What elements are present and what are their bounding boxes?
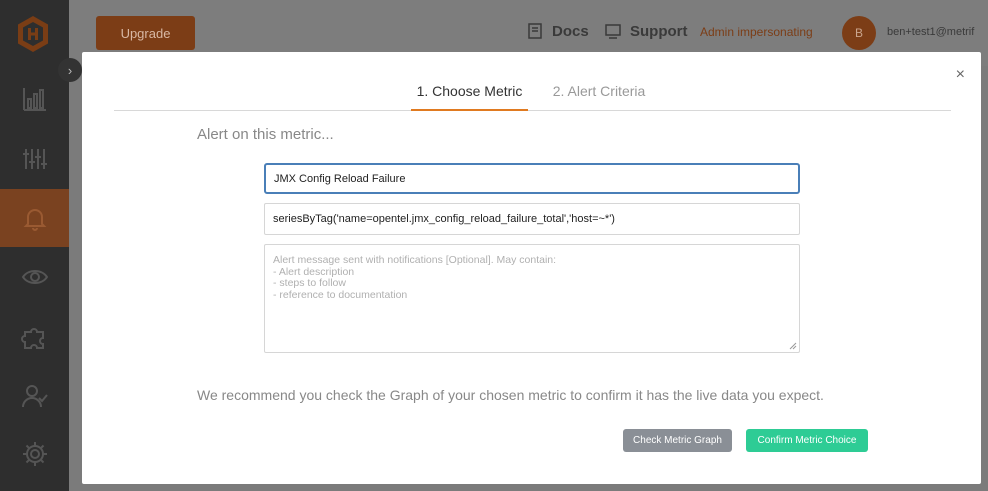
docs-label: Docs: [552, 22, 589, 40]
book-icon: [528, 23, 542, 39]
alert-name-input[interactable]: JMX Config Reload Failure: [264, 163, 800, 194]
tab-choose-metric[interactable]: 1. Choose Metric: [411, 83, 528, 111]
sidebar-toggle-button[interactable]: ›: [58, 58, 82, 82]
modal-tabs: 1. Choose Metric 2. Alert Criteria: [114, 78, 951, 111]
upgrade-button[interactable]: Upgrade: [96, 16, 195, 50]
create-alert-modal: × 1. Choose Metric 2. Alert Criteria Ale…: [82, 52, 981, 484]
chevron-right-icon: ›: [67, 62, 73, 78]
support-link[interactable]: Support: [604, 22, 688, 40]
support-icon: [605, 24, 621, 39]
impersonating-label: Admin impersonating: [700, 25, 813, 39]
gear-icon: [22, 442, 47, 466]
sidebar-item-users[interactable]: [0, 367, 69, 425]
sidebar-item-dashboards[interactable]: [0, 70, 69, 128]
bell-icon: [23, 209, 46, 231]
close-icon[interactable]: ×: [956, 66, 965, 84]
confirm-metric-choice-button[interactable]: Confirm Metric Choice: [746, 429, 868, 452]
sidebar-item-alerts[interactable]: [0, 189, 69, 247]
avatar[interactable]: B: [842, 16, 876, 50]
sidebar-item-metrics[interactable]: [0, 130, 69, 188]
sidebar-item-settings[interactable]: [0, 425, 69, 483]
alert-message-placeholder: Alert message sent with notifications [O…: [273, 254, 557, 301]
eye-icon: [21, 270, 48, 284]
check-metric-graph-button[interactable]: Check Metric Graph: [623, 429, 732, 452]
users-icon: [21, 385, 48, 408]
sidebar-item-observe[interactable]: [0, 248, 69, 306]
docs-link[interactable]: Docs: [526, 22, 589, 40]
metric-query-input[interactable]: seriesByTag('name=opentel.jmx_config_rel…: [264, 203, 800, 235]
resize-grip-icon[interactable]: [789, 342, 797, 350]
app-logo-icon[interactable]: [16, 15, 50, 53]
user-email[interactable]: ben+test1@metrif: [887, 26, 974, 38]
recommendation-text: We recommend you check the Graph of your…: [197, 387, 824, 403]
alert-message-textarea[interactable]: Alert message sent with notifications [O…: [264, 244, 800, 353]
puzzle-icon: [20, 328, 44, 349]
support-label: Support: [630, 22, 688, 40]
bar-chart-icon: [22, 88, 46, 111]
section-heading: Alert on this metric...: [197, 126, 334, 143]
sidebar-item-integrations[interactable]: [0, 308, 69, 366]
sliders-icon: [22, 149, 47, 169]
tab-alert-criteria[interactable]: 2. Alert Criteria: [545, 83, 653, 111]
